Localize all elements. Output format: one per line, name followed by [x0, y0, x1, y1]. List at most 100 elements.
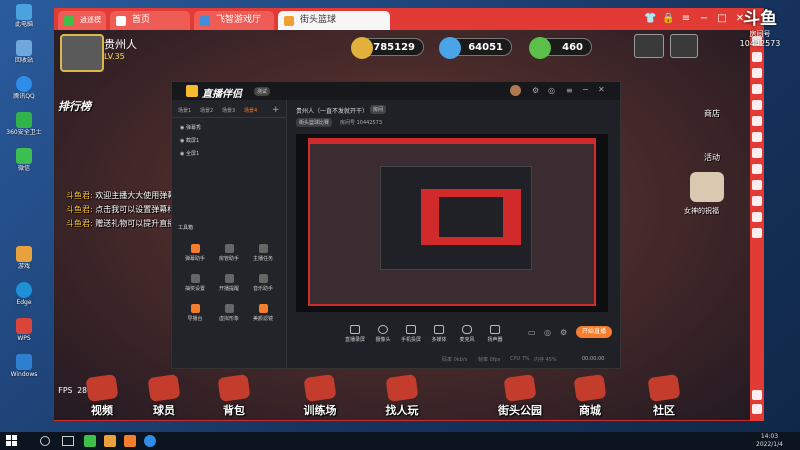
tool-music[interactable]: 音乐助手	[250, 274, 276, 292]
shirt-icon[interactable]: 👕	[644, 13, 656, 25]
menu-icon[interactable]: ≡	[680, 13, 692, 25]
minimize-icon[interactable]: −	[698, 13, 710, 25]
nav-players[interactable]: 球员	[134, 374, 194, 418]
beauty-icon	[258, 304, 268, 313]
speaker-button[interactable]: 扬声器	[482, 325, 508, 343]
tool-tasks[interactable]: 主播任务	[250, 244, 276, 262]
taskbar-streamer-icon[interactable]	[124, 435, 136, 447]
home-nav-icon[interactable]	[752, 404, 762, 414]
tab-home[interactable]: 首页	[110, 11, 190, 30]
desktop-icon-computer[interactable]: 此电脑	[4, 4, 44, 28]
user-avatar[interactable]	[510, 85, 521, 96]
windows-start-icon[interactable]	[6, 435, 18, 447]
desktop-icon-game[interactable]: 游戏	[4, 246, 44, 270]
tab-scene-3[interactable]: 场景3	[222, 107, 235, 114]
taskbar-folder-icon[interactable]	[104, 435, 116, 447]
volume-down-icon[interactable]	[752, 116, 762, 126]
phone-cast-button[interactable]: 手机投屏	[398, 325, 424, 343]
media-button[interactable]: 多媒体	[426, 325, 452, 343]
nav-community[interactable]: 社区	[634, 374, 694, 418]
tab-scene-1[interactable]: 场景1	[178, 107, 191, 114]
ranking-label[interactable]: 排行榜	[58, 98, 91, 114]
video-settings-icon[interactable]: ▭	[528, 328, 536, 337]
lock-icon[interactable]: 🔒	[662, 13, 674, 25]
nav-video[interactable]: 视频	[72, 374, 132, 418]
room-category[interactable]: 街头篮球比赛	[296, 118, 333, 127]
volume-up-icon[interactable]	[752, 100, 762, 110]
add-scene-button[interactable]: +	[272, 105, 280, 115]
goddess-label[interactable]: 女神的祝福	[684, 206, 719, 216]
nav-bag[interactable]: 背包	[204, 374, 264, 418]
screenshot-icon[interactable]	[752, 68, 762, 78]
taskbar-emulator-icon[interactable]	[84, 435, 96, 447]
mail-icon[interactable]	[634, 34, 664, 58]
desktop-icon-wechat[interactable]: 微信	[4, 148, 44, 172]
source-item[interactable]: ◉ 弹幕秀	[180, 124, 201, 131]
tool-avatar[interactable]: 虚拟形象	[216, 304, 242, 322]
microphone-button[interactable]: 麦克风	[454, 325, 480, 343]
training-icon	[303, 374, 337, 402]
app-close-icon[interactable]: ✕	[598, 85, 605, 94]
nav-mall[interactable]: 商城	[560, 374, 620, 418]
notice-icon[interactable]: ◎	[548, 86, 555, 95]
desktop-icon-recycle[interactable]: 回收站	[4, 40, 44, 64]
room-tag[interactable]: 房间	[370, 105, 387, 114]
avatar[interactable]	[60, 34, 104, 72]
park-icon	[503, 374, 537, 402]
tab-street-basketball[interactable]: 街头篮球	[278, 11, 390, 30]
share-icon[interactable]	[752, 148, 762, 158]
rotate-icon[interactable]	[752, 196, 762, 206]
desktop-icon-360[interactable]: 360安全卫士	[4, 112, 44, 136]
nav-training[interactable]: 训练场	[290, 374, 350, 418]
source-item[interactable]: ◉ 截屏1	[180, 137, 199, 144]
search-icon[interactable]	[40, 436, 50, 446]
gamepad-icon[interactable]	[752, 52, 762, 62]
tab-emulator-home[interactable]: 逍遥模拟器	[58, 11, 106, 43]
taskbar-clock[interactable]: 14:03 2022/1/4	[756, 433, 783, 449]
shop-label[interactable]: 商店	[704, 108, 720, 119]
preview-settings-icon[interactable]: ◎	[544, 328, 551, 337]
taskbar-browser-icon[interactable]	[144, 435, 156, 447]
desktop-icon-windows[interactable]: Windows	[4, 354, 44, 378]
start-live-button[interactable]: 开始直播	[576, 326, 612, 338]
camera-button[interactable]: 摄像头	[370, 325, 396, 343]
screen-record-button[interactable]: 直播录屏	[342, 325, 368, 343]
virtual-avatar-icon	[224, 304, 234, 313]
tool-beauty[interactable]: 美颜滤镜	[250, 304, 276, 322]
settings-icon[interactable]	[670, 34, 698, 58]
tab-game-hall[interactable]: 飞智游戏厅	[194, 11, 274, 30]
apk-icon[interactable]	[752, 164, 762, 174]
task-view-icon[interactable]	[62, 436, 74, 446]
back-icon[interactable]	[752, 390, 762, 400]
tool-director[interactable]: 导播台	[182, 304, 208, 322]
tab-scene-4[interactable]: 场景4	[244, 107, 257, 114]
tab-scene-2[interactable]: 场景2	[200, 107, 213, 114]
tool-room-admin[interactable]: 房管助手	[216, 244, 242, 262]
stream-preview[interactable]	[296, 134, 608, 312]
tool-lottery[interactable]: 抽奖设置	[182, 274, 208, 292]
bag-icon	[217, 374, 251, 402]
nav-street-park[interactable]: 街头公园	[490, 374, 550, 418]
location-icon[interactable]	[752, 132, 762, 142]
event-label[interactable]: 活动	[704, 152, 720, 163]
tool-reminder[interactable]: 开播提醒	[216, 274, 242, 292]
more-icon[interactable]	[752, 228, 762, 238]
desktop-icon-qq[interactable]: 腾讯QQ	[4, 76, 44, 100]
folder-icon[interactable]	[752, 180, 762, 190]
app-minimize-icon[interactable]: −	[582, 85, 589, 94]
gear-icon[interactable]: ⚙	[560, 328, 567, 337]
settings-gear-icon[interactable]: ⚙	[532, 86, 539, 95]
nav-find-players[interactable]: 找人玩	[372, 374, 432, 418]
record-icon[interactable]	[752, 84, 762, 94]
currency-tickets[interactable]: 460	[529, 37, 592, 59]
basketball-icon	[284, 16, 294, 26]
desktop-icon-wps[interactable]: WPS	[4, 318, 44, 342]
app-menu-icon[interactable]: ≡	[566, 86, 573, 95]
currency-diamonds[interactable]: 64051	[439, 37, 512, 59]
tool-danmaku[interactable]: 弹幕助手	[182, 244, 208, 262]
currency-coins[interactable]: 785129	[351, 37, 424, 59]
heart-icon[interactable]	[690, 172, 724, 202]
shake-icon[interactable]	[752, 212, 762, 222]
desktop-icon-edge[interactable]: Edge	[4, 282, 44, 306]
source-item[interactable]: ◉ 全屏1	[180, 150, 199, 157]
